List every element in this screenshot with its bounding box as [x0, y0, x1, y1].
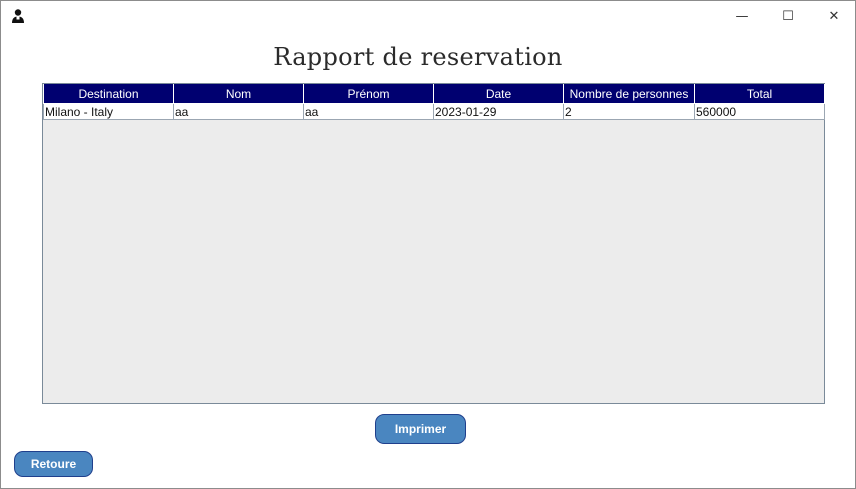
- table-row[interactable]: Milano - Italy aa aa 2023-01-29 2 560000: [43, 103, 825, 120]
- back-button[interactable]: Retoure: [14, 451, 93, 477]
- report-title: Rapport de reservation: [273, 43, 563, 71]
- print-button[interactable]: Imprimer: [375, 414, 466, 444]
- column-header-prenom[interactable]: Prénom: [303, 84, 434, 104]
- app-window: — ☐ ✕ Rapport de reservation Destination…: [0, 0, 856, 489]
- reservation-table[interactable]: Destination Nom Prénom Date Nombre de pe…: [43, 84, 825, 120]
- column-header-nom[interactable]: Nom: [173, 84, 304, 104]
- cell-total[interactable]: 560000: [694, 103, 825, 120]
- close-button[interactable]: ✕: [811, 1, 856, 31]
- maximize-button[interactable]: ☐: [765, 1, 811, 31]
- minimize-button[interactable]: —: [719, 1, 765, 31]
- cell-date[interactable]: 2023-01-29: [433, 103, 564, 120]
- cell-nom[interactable]: aa: [173, 103, 304, 120]
- cell-destination[interactable]: Milano - Italy: [43, 103, 174, 120]
- user-icon: [12, 9, 24, 23]
- column-header-destination[interactable]: Destination: [43, 84, 174, 104]
- cell-nombre-personnes[interactable]: 2: [563, 103, 695, 120]
- column-header-nombre-personnes[interactable]: Nombre de personnes: [563, 84, 695, 104]
- column-header-total[interactable]: Total: [694, 84, 825, 104]
- cell-prenom[interactable]: aa: [303, 103, 434, 120]
- reservation-table-container[interactable]: Destination Nom Prénom Date Nombre de pe…: [42, 83, 825, 404]
- column-header-date[interactable]: Date: [433, 84, 564, 104]
- title-bar: — ☐ ✕: [1, 1, 855, 31]
- table-header-row: Destination Nom Prénom Date Nombre de pe…: [43, 84, 825, 104]
